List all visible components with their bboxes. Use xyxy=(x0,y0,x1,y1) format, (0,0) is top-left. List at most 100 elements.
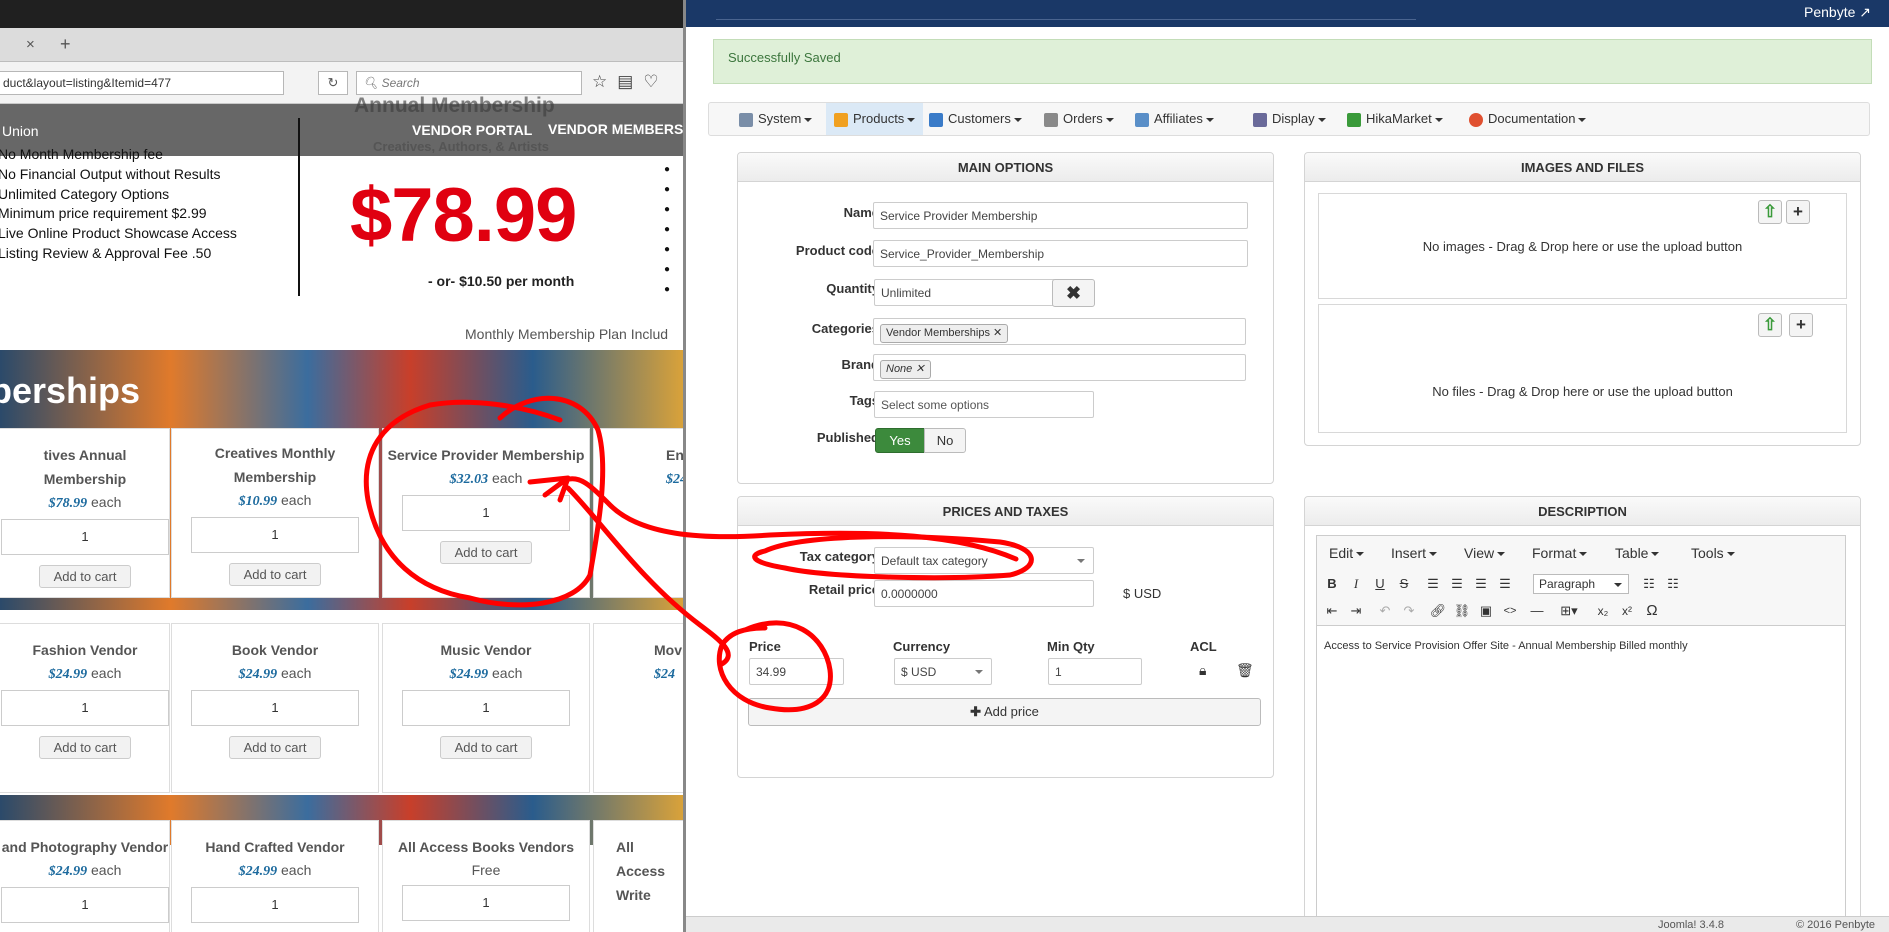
rich-text-editor xyxy=(1316,535,1846,932)
add-to-cart-button[interactable]: Add to cart xyxy=(439,541,533,564)
outdent-icon[interactable]: ⇤ xyxy=(1321,601,1343,621)
caret-down-icon xyxy=(975,670,983,674)
undo-icon[interactable]: ↶ xyxy=(1374,601,1396,621)
add-to-cart-button[interactable]: Add to cart xyxy=(38,736,132,759)
italic-icon[interactable]: I xyxy=(1345,574,1367,594)
product-price: $24.99 xyxy=(48,864,88,879)
unlink-icon[interactable]: ⛓︎ xyxy=(1451,601,1473,621)
published-no-button[interactable]: No xyxy=(924,428,966,453)
published-yes-button[interactable]: Yes xyxy=(875,428,925,453)
remove-chip-icon[interactable]: ✕ xyxy=(993,327,1002,339)
tax-category-select[interactable]: Default tax category xyxy=(874,547,1094,574)
clear-quantity-button[interactable]: ✖ xyxy=(1052,279,1095,307)
dropzone-text: No files - Drag & Drop here or use the u… xyxy=(1432,384,1733,399)
menu-system[interactable]: System xyxy=(739,103,813,135)
bold-icon[interactable]: B xyxy=(1321,574,1343,594)
price-field[interactable]: 34.99 xyxy=(749,658,844,685)
new-tab-icon[interactable]: + xyxy=(60,34,71,55)
menu-affiliates[interactable]: Affiliates xyxy=(1135,103,1214,135)
quantity-input[interactable]: 1 xyxy=(191,887,359,923)
tags-field[interactable]: Select some options xyxy=(874,391,1094,418)
menu-display[interactable]: Display xyxy=(1253,103,1326,135)
tab-close-icon[interactable]: × xyxy=(26,36,35,53)
table-icon[interactable]: ⊞▾ xyxy=(1552,601,1586,621)
quantity-input[interactable]: 1 xyxy=(1,690,169,726)
editor-menu-insert[interactable]: Insert xyxy=(1391,545,1438,561)
align-center-icon[interactable]: ☰ xyxy=(1446,574,1468,594)
code-icon[interactable]: <> xyxy=(1499,601,1521,621)
strikethrough-icon[interactable]: S xyxy=(1393,574,1415,594)
search-placeholder: Search xyxy=(381,76,420,90)
name-field[interactable]: Service Provider Membership xyxy=(873,202,1248,229)
reload-icon[interactable]: ↻ xyxy=(318,71,348,95)
browser-search-input[interactable]: 🔍︎ Search xyxy=(356,71,582,95)
special-character-icon[interactable]: Ω xyxy=(1641,601,1663,621)
menu-orders[interactable]: Orders xyxy=(1044,103,1114,135)
image-icon[interactable]: ▣ xyxy=(1475,601,1497,621)
product-code-field[interactable]: Service_Provider_Membership xyxy=(873,240,1248,267)
categories-field[interactable]: Vendor Memberships ✕ xyxy=(873,318,1246,345)
quantity-field[interactable]: Unlimited xyxy=(874,279,1056,306)
quantity-input[interactable]: 1 xyxy=(191,517,359,553)
link-icon[interactable]: 🔗︎ xyxy=(1427,601,1449,621)
feature-list: No Month Membership fee No Financial Out… xyxy=(0,145,237,264)
align-right-icon[interactable]: ☰ xyxy=(1470,574,1492,594)
add-to-cart-button[interactable]: Add to cart xyxy=(228,736,322,759)
bookmark-star-icon[interactable]: ☆ xyxy=(592,72,617,91)
indent-icon[interactable]: ⇥ xyxy=(1345,601,1367,621)
quantity-input[interactable]: 1 xyxy=(402,885,570,921)
superscript-icon[interactable]: x² xyxy=(1616,601,1638,621)
numbered-list-icon[interactable]: ☷ xyxy=(1662,574,1684,594)
customers-icon xyxy=(929,112,943,127)
currency-select[interactable]: $ USD xyxy=(894,658,992,685)
remove-chip-icon[interactable]: ✕ xyxy=(915,363,924,375)
underline-icon[interactable]: U xyxy=(1369,574,1391,594)
nav-vendor-members[interactable]: VENDOR MEMBERS xyxy=(548,121,683,137)
minqty-field[interactable]: 1 xyxy=(1048,658,1142,685)
horizontal-rule-icon[interactable]: — xyxy=(1526,601,1548,621)
align-justify-icon[interactable]: ☰ xyxy=(1494,574,1516,594)
editor-menu-table[interactable]: Table xyxy=(1615,545,1660,561)
editor-menu-tools[interactable]: Tools xyxy=(1691,545,1735,561)
quantity-input[interactable]: 1 xyxy=(1,887,169,923)
add-to-cart-button[interactable]: Add to cart xyxy=(228,563,322,586)
subscript-icon[interactable]: x₂ xyxy=(1592,601,1614,621)
add-to-cart-button[interactable]: Add to cart xyxy=(439,736,533,759)
bullet-list-icon[interactable]: ☷ xyxy=(1638,574,1660,594)
address-bar[interactable]: duct&layout=listing&Itemid=477 xyxy=(0,71,284,95)
upload-image-icon[interactable]: ⇧ xyxy=(1758,200,1782,224)
editor-menu-edit[interactable]: Edit xyxy=(1329,545,1365,561)
add-image-icon[interactable]: + xyxy=(1786,200,1810,224)
lock-icon[interactable]: 🔒︎ xyxy=(1199,662,1206,679)
menu-customers[interactable]: Customers xyxy=(929,103,1022,135)
paragraph-format-select[interactable]: Paragraph xyxy=(1533,574,1629,594)
quantity-input[interactable]: 1 xyxy=(191,690,359,726)
add-price-button[interactable]: ✚ Add price xyxy=(748,698,1261,726)
upload-file-icon[interactable]: ⇧ xyxy=(1758,313,1782,337)
product-card: Music Vendor $24.99 each 1 Add to cart xyxy=(382,623,590,793)
add-file-icon[interactable]: + xyxy=(1789,313,1813,337)
quantity-input[interactable]: 1 xyxy=(1,519,169,555)
quantity-input[interactable]: 1 xyxy=(402,495,570,531)
align-left-icon[interactable]: ☰ xyxy=(1422,574,1444,594)
quantity-input[interactable]: 1 xyxy=(402,690,570,726)
editor-menu-view[interactable]: View xyxy=(1464,545,1506,561)
toolbar-icons[interactable]: ☆▤♡ xyxy=(592,72,669,92)
trash-icon[interactable]: 🗑︎ xyxy=(1236,662,1254,679)
product-price-line: $24 xyxy=(666,470,683,488)
retail-price-field[interactable]: 0.0000000 xyxy=(874,580,1094,607)
menu-products[interactable]: Products xyxy=(826,103,924,135)
redo-icon[interactable]: ↷ xyxy=(1398,601,1420,621)
caret-down-icon xyxy=(907,117,916,122)
editor-menu-format[interactable]: Format xyxy=(1532,545,1588,561)
editor-content[interactable]: Access to Service Provision Offer Site -… xyxy=(1324,640,1688,652)
menu-documentation[interactable]: Documentation xyxy=(1469,103,1587,135)
brand-field[interactable]: None ✕ xyxy=(873,354,1246,381)
add-to-cart-button[interactable]: Add to cart xyxy=(38,565,132,588)
reading-list-icon[interactable]: ▤ xyxy=(617,72,643,91)
user-site-link[interactable]: Penbyte ↗ xyxy=(1804,4,1871,21)
menu-hikamarket[interactable]: HikaMarket xyxy=(1347,103,1443,135)
caret-down-icon xyxy=(1579,552,1588,557)
nav-vendor-portal[interactable]: VENDOR PORTAL xyxy=(412,122,532,138)
pocket-icon[interactable]: ♡ xyxy=(643,72,668,91)
